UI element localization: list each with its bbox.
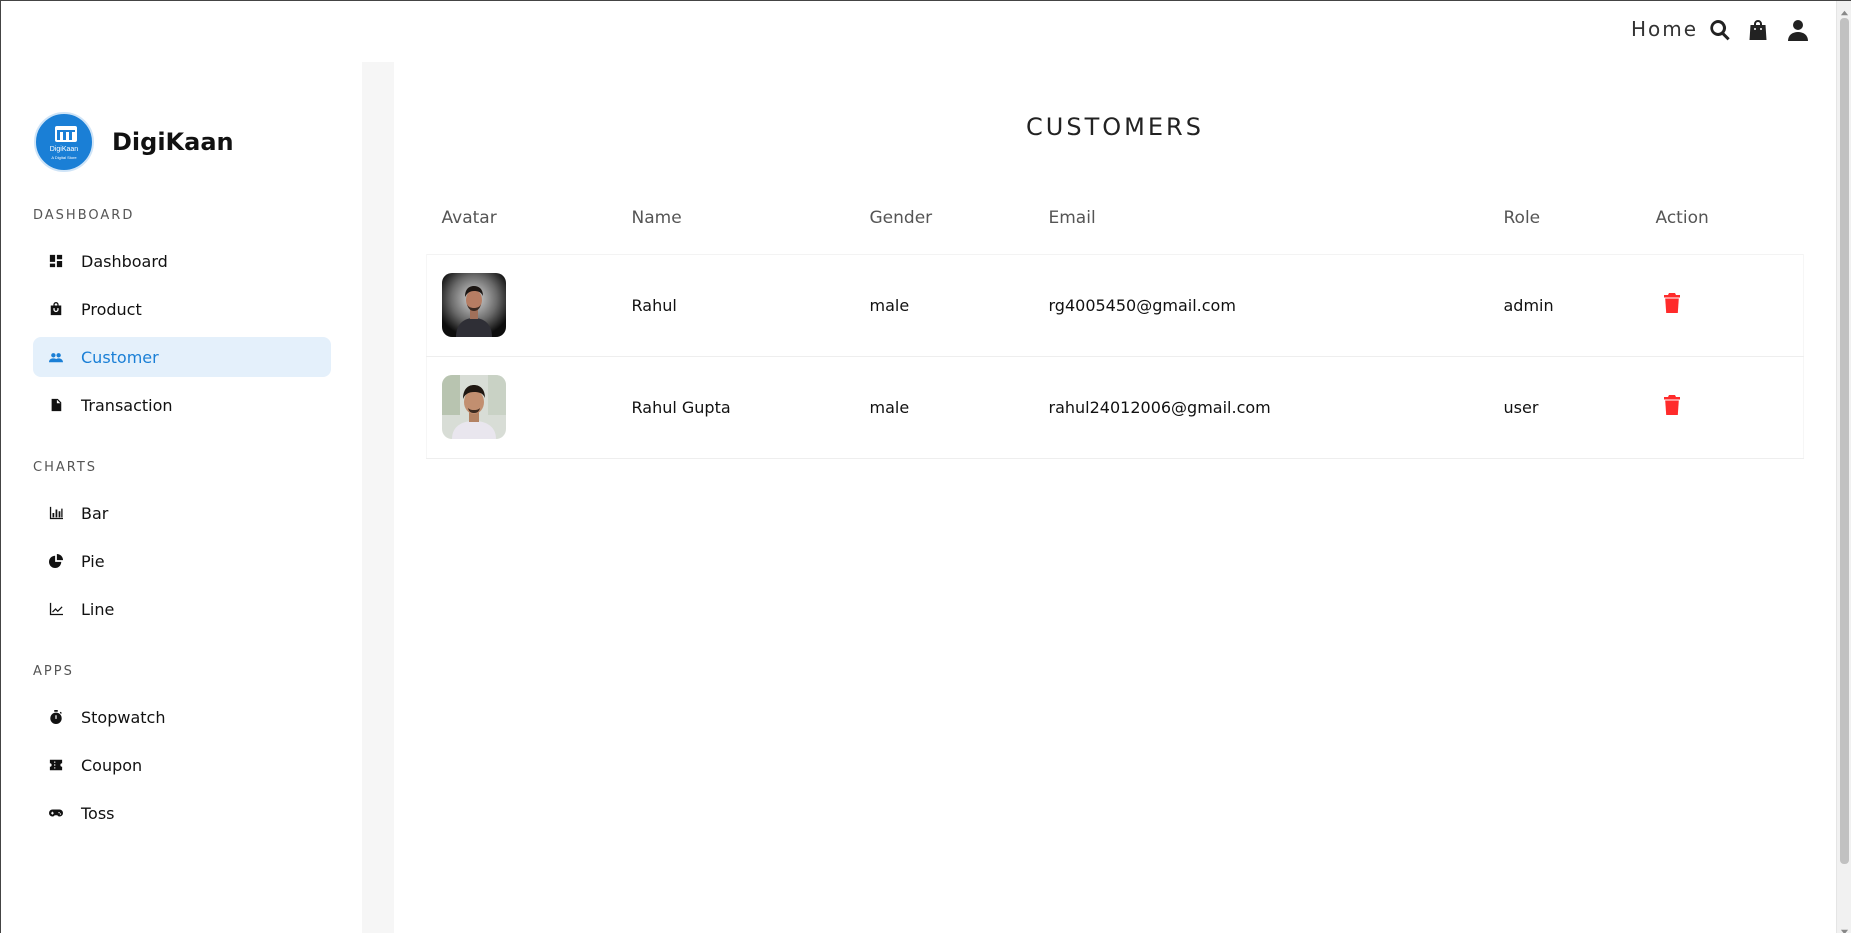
customer-role: admin bbox=[1488, 253, 1641, 357]
column-header-role[interactable]: Role bbox=[1489, 182, 1641, 254]
user-icon[interactable] bbox=[1786, 18, 1810, 42]
sidebar-item-coupon[interactable]: Coupon bbox=[33, 745, 331, 785]
sidebar-item-dashboard[interactable]: Dashboard bbox=[33, 241, 331, 281]
avatar-cell bbox=[426, 356, 617, 459]
pie-chart-icon bbox=[48, 553, 64, 569]
sidebar-item-line[interactable]: Line bbox=[33, 589, 331, 629]
sidebar-item-product[interactable]: Product bbox=[33, 289, 331, 329]
sidebar-item-customer[interactable]: Customer bbox=[33, 337, 331, 377]
section-title-apps: APPS bbox=[33, 664, 74, 679]
main-content: CUSTOMERS Avatar Name Gender Email Role … bbox=[394, 62, 1836, 933]
shopping-bag-icon[interactable] bbox=[1746, 18, 1770, 42]
section-title-charts: CHARTS bbox=[33, 460, 98, 475]
column-header-action: Action bbox=[1655, 207, 1709, 228]
table-row: Rahul Gupta male rahul24012006@gmail.com… bbox=[426, 356, 1804, 459]
avatar bbox=[442, 375, 506, 439]
brand-name: DigiKaan bbox=[112, 128, 234, 156]
customer-gender: male bbox=[854, 356, 1034, 459]
customer-role: user bbox=[1488, 356, 1641, 459]
trash-icon[interactable] bbox=[1663, 293, 1686, 315]
section-title-dashboard: DASHBOARD bbox=[33, 208, 135, 223]
sidebar: DigiKaan A Digital Store DigiKaan DASHBO… bbox=[1, 62, 361, 933]
search-icon[interactable] bbox=[1708, 18, 1732, 42]
content-gutter bbox=[362, 62, 394, 933]
sidebar-item-pie[interactable]: Pie bbox=[33, 541, 331, 581]
sidebar-item-label: Customer bbox=[81, 347, 159, 367]
line-chart-icon bbox=[48, 601, 64, 617]
sidebar-item-stopwatch[interactable]: Stopwatch bbox=[33, 697, 331, 737]
scrollbar-thumb[interactable] bbox=[1840, 18, 1849, 864]
sidebar-item-toss[interactable]: Toss bbox=[33, 793, 331, 833]
page-scrollbar[interactable] bbox=[1836, 0, 1851, 933]
trash-icon[interactable] bbox=[1663, 395, 1686, 417]
dashboard-icon bbox=[48, 253, 64, 269]
logo-text: DigiKaan bbox=[49, 146, 79, 153]
brand-logo: DigiKaan A Digital Store bbox=[34, 112, 94, 172]
scroll-up-icon[interactable] bbox=[1840, 3, 1849, 16]
customer-name: Rahul bbox=[616, 253, 855, 357]
avatar bbox=[442, 273, 506, 337]
column-header-name[interactable]: Name bbox=[617, 182, 855, 254]
gamepad-icon bbox=[48, 805, 64, 821]
shopping-bag-icon bbox=[48, 301, 64, 317]
column-header-email[interactable]: Email bbox=[1034, 182, 1489, 254]
sidebar-item-label: Bar bbox=[81, 503, 109, 523]
sidebar-item-transaction[interactable]: Transaction bbox=[33, 385, 331, 425]
customer-gender: male bbox=[854, 253, 1034, 357]
table-header-row: Avatar Name Gender Email Role Action bbox=[427, 182, 1804, 254]
sidebar-item-label: Stopwatch bbox=[81, 707, 166, 727]
customer-email: rahul24012006@gmail.com bbox=[1033, 356, 1489, 459]
sidebar-item-label: Transaction bbox=[81, 395, 173, 415]
bar-chart-icon bbox=[48, 505, 64, 521]
customer-name: Rahul Gupta bbox=[616, 356, 855, 459]
customer-email: rg4005450@gmail.com bbox=[1033, 253, 1489, 357]
avatar-cell bbox=[426, 253, 617, 357]
stopwatch-icon bbox=[48, 709, 64, 725]
sidebar-item-label: Pie bbox=[81, 551, 105, 571]
page-title: CUSTOMERS bbox=[1026, 113, 1204, 141]
action-cell bbox=[1640, 253, 1804, 357]
brand[interactable]: DigiKaan A Digital Store DigiKaan bbox=[34, 112, 234, 172]
document-icon bbox=[48, 397, 64, 413]
sidebar-item-label: Coupon bbox=[81, 755, 143, 775]
sidebar-item-bar[interactable]: Bar bbox=[33, 493, 331, 533]
column-header-avatar[interactable]: Avatar bbox=[427, 182, 617, 254]
coupon-icon bbox=[48, 757, 64, 773]
column-header-gender[interactable]: Gender bbox=[855, 182, 1034, 254]
customers-table: Avatar Name Gender Email Role Action Rah… bbox=[426, 182, 1804, 459]
store-icon bbox=[55, 126, 77, 142]
top-nav: Home bbox=[0, 0, 1836, 60]
scroll-down-icon[interactable] bbox=[1840, 921, 1849, 933]
table-row: Rahul male rg4005450@gmail.com admin bbox=[426, 253, 1804, 357]
action-cell bbox=[1640, 356, 1804, 459]
sidebar-item-label: Toss bbox=[81, 803, 115, 823]
sidebar-item-label: Product bbox=[81, 299, 142, 319]
sidebar-item-label: Line bbox=[81, 599, 115, 619]
people-icon bbox=[48, 349, 64, 365]
sidebar-item-label: Dashboard bbox=[81, 251, 168, 271]
logo-subtext: A Digital Store bbox=[51, 155, 77, 160]
nav-home-link[interactable]: Home bbox=[1631, 17, 1698, 41]
